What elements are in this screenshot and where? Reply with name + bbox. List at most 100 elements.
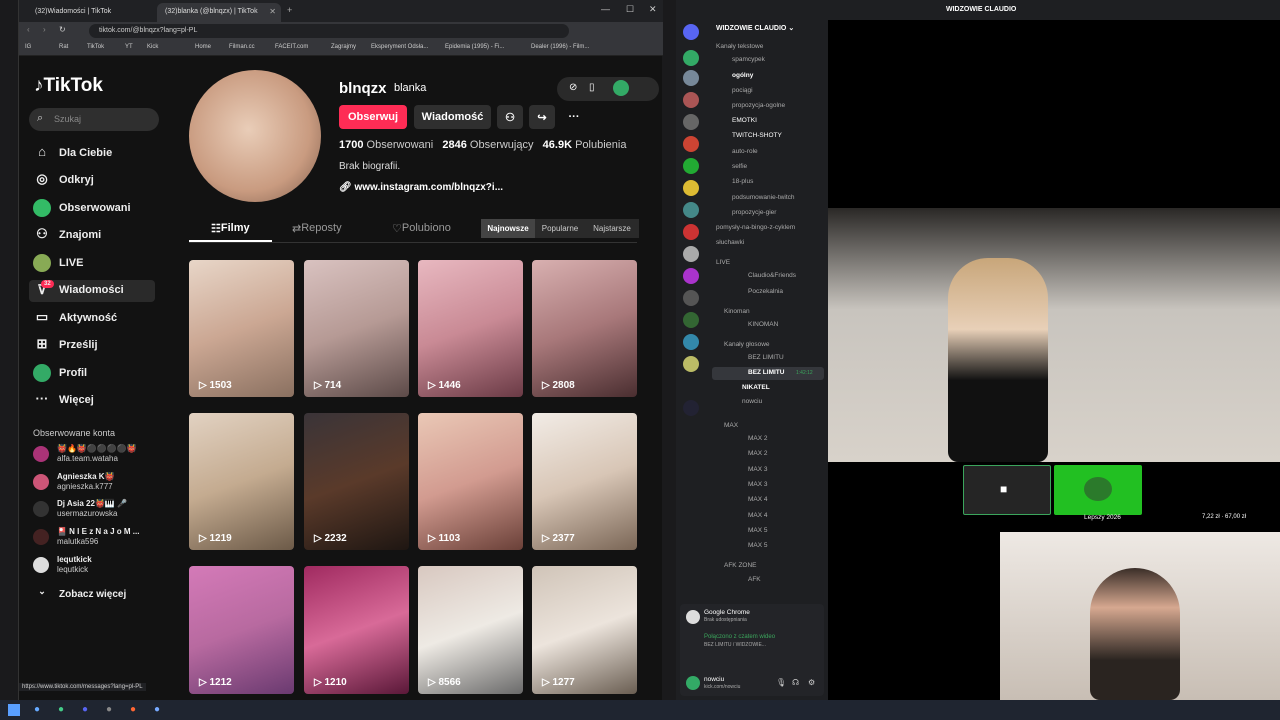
server-icon[interactable]	[683, 312, 699, 328]
server-icon[interactable]	[683, 290, 699, 306]
chrome-taskbar-icon[interactable]: ●	[58, 704, 64, 715]
voice-channel[interactable]: BEZ LIMITU	[748, 354, 784, 361]
video-thumb[interactable]: ▷ 1219	[189, 413, 294, 550]
new-tab-icon[interactable]: +	[287, 5, 292, 15]
channel-category[interactable]: MAX	[724, 422, 738, 429]
bookmark[interactable]: Rat	[59, 44, 68, 50]
bookmark[interactable]: Filman.cc	[229, 44, 255, 50]
voice-channel[interactable]: MAX 5	[748, 527, 768, 534]
server-icon[interactable]	[683, 136, 699, 152]
brave-taskbar-icon[interactable]: ●	[130, 704, 136, 715]
windows-start-icon[interactable]	[8, 704, 20, 716]
taskbar-app-icon[interactable]: ●	[34, 704, 40, 715]
channel[interactable]: słuchawki	[716, 239, 744, 246]
server-name[interactable]: WIDZOWIE CLAUDIO ⌄	[716, 24, 794, 32]
reload-icon[interactable]: ↻	[59, 25, 66, 34]
server-icon[interactable]	[683, 268, 699, 284]
bookmark[interactable]: Epidemia (1995) - Fi...	[445, 44, 504, 50]
channel-category[interactable]: Kanały głosowe	[724, 341, 770, 348]
voice-channel[interactable]: MAX 4	[748, 496, 768, 503]
voice-channel[interactable]: MAX 4	[748, 512, 768, 519]
channel-category[interactable]: Kanały tekstowe	[716, 43, 763, 50]
channel-category[interactable]: Kinoman	[724, 308, 750, 315]
server-icon[interactable]	[683, 334, 699, 350]
channel[interactable]: podsumowanie-twitch	[732, 194, 795, 201]
channel[interactable]: selfie	[732, 163, 747, 170]
voice-channel[interactable]: AFK	[748, 576, 761, 583]
voice-channel[interactable]: MAX 3	[748, 481, 768, 488]
server-icon[interactable]	[683, 224, 699, 240]
server-icon[interactable]	[683, 114, 699, 130]
bookmark[interactable]: Dealer (1996) - Film...	[531, 44, 589, 50]
video-thumb[interactable]: ▷ 1503	[189, 260, 294, 397]
video-thumb[interactable]: ▷ 1446	[418, 260, 523, 397]
tab-videos[interactable]: ☷ Filmy	[211, 222, 250, 235]
close-icon[interactable]: ✕	[269, 7, 276, 16]
search-input[interactable]: ⌕ Szukaj	[29, 108, 159, 131]
video-thumb[interactable]: ▷ 2377	[532, 413, 637, 550]
video-thumb[interactable]: ▷ 2808	[532, 260, 637, 397]
share-icon[interactable]: ↪	[529, 105, 555, 129]
settings-icon[interactable]: ⊘	[569, 82, 577, 93]
nav-messages[interactable]: ⊽ 32 Wiadomości	[29, 280, 155, 302]
maximize-icon[interactable]: ☐	[626, 4, 634, 15]
server-icon[interactable]	[683, 50, 699, 66]
server-icon[interactable]	[683, 92, 699, 108]
profile-link[interactable]: 🔗︎ www.instagram.com/blnqzx?i...	[339, 182, 503, 193]
server-icon[interactable]	[683, 70, 699, 86]
channel[interactable]: pomysły-na-bingo-z-cyklem	[716, 224, 795, 231]
channel[interactable]: KINOMAN	[748, 321, 778, 328]
back-icon[interactable]: ‹	[27, 25, 30, 34]
account-avatar[interactable]	[613, 80, 629, 96]
tab-reposts[interactable]: ⇄ Reposty	[292, 222, 342, 235]
video-thumb[interactable]: ▷ 1277	[532, 566, 637, 694]
message-button[interactable]: Wiadomość	[414, 105, 491, 129]
bookmark[interactable]: TikTok	[87, 44, 104, 50]
bookmark[interactable]: YT	[125, 44, 133, 50]
voice-user[interactable]: nowciu	[742, 398, 762, 405]
channel[interactable]: TWITCH-SHOTY	[732, 132, 782, 139]
tab-profile[interactable]: (32)blanka (@blnqzx) | TikTok ✕	[157, 3, 281, 22]
voice-channel[interactable]: MAX 5	[748, 542, 768, 549]
mic-icon[interactable]: 🎙︎	[776, 678, 786, 687]
channel[interactable]: 18-plus	[732, 178, 753, 185]
minimize-icon[interactable]: —	[601, 4, 610, 14]
voice-channel[interactable]: MAX 3	[748, 466, 768, 473]
voice-user[interactable]: NIKATEL	[742, 384, 770, 391]
channel[interactable]: spamcypek	[732, 56, 765, 63]
tiktok-logo[interactable]: ♪TikTok	[34, 75, 103, 97]
channel[interactable]: propozycja-ogolne	[732, 102, 785, 109]
sort-newest[interactable]: Najnowsze	[481, 219, 535, 238]
stream-tile[interactable]	[1054, 465, 1142, 515]
voice-channel[interactable]: MAX 2	[748, 435, 768, 442]
video-thumb[interactable]: ▷ 2232	[304, 413, 409, 550]
voice-channel[interactable]: MAX 2	[748, 450, 768, 457]
video-thumb[interactable]: ▷ 8566	[418, 566, 523, 694]
tab-messages[interactable]: (32)Wiadomości | TikTok	[27, 3, 155, 22]
channel[interactable]: EMOTKI	[732, 117, 757, 124]
forward-icon[interactable]: ›	[43, 25, 46, 34]
bookmark[interactable]: IG	[25, 44, 31, 50]
follow-button[interactable]: Obserwuj	[339, 105, 407, 129]
channel-category[interactable]: AFK ZONE	[724, 562, 757, 569]
taskbar-app-icon[interactable]: ●	[106, 704, 112, 715]
server-icon[interactable]	[683, 246, 699, 262]
video-thumb[interactable]: ▷ 714	[304, 260, 409, 397]
sort-popular[interactable]: Popularne	[535, 219, 585, 238]
user-avatar[interactable]	[686, 676, 700, 690]
window-close-icon[interactable]: ✕	[649, 4, 657, 15]
video-thumb[interactable]: ▷ 1212	[189, 566, 294, 694]
server-icon[interactable]	[683, 400, 699, 416]
gear-icon[interactable]: ⚙	[808, 678, 815, 687]
url-input[interactable]: tiktok.com/@blnqzx?lang=pl-PL	[89, 24, 569, 38]
channel[interactable]: Claudio&Friends	[748, 272, 796, 279]
server-icon[interactable]	[683, 356, 699, 372]
sort-oldest[interactable]: Najstarsze	[585, 219, 639, 238]
discord-taskbar-icon[interactable]: ●	[82, 704, 88, 715]
tab-liked[interactable]: ♡ Polubiono	[392, 222, 451, 235]
channel[interactable]: ogólny	[732, 72, 753, 79]
channel-category[interactable]: LIVE	[716, 259, 730, 266]
bookmark[interactable]: Eksperyment Odsła...	[371, 44, 428, 50]
discord-home-icon[interactable]	[683, 24, 699, 40]
camera-tile[interactable]: ■	[963, 465, 1051, 515]
